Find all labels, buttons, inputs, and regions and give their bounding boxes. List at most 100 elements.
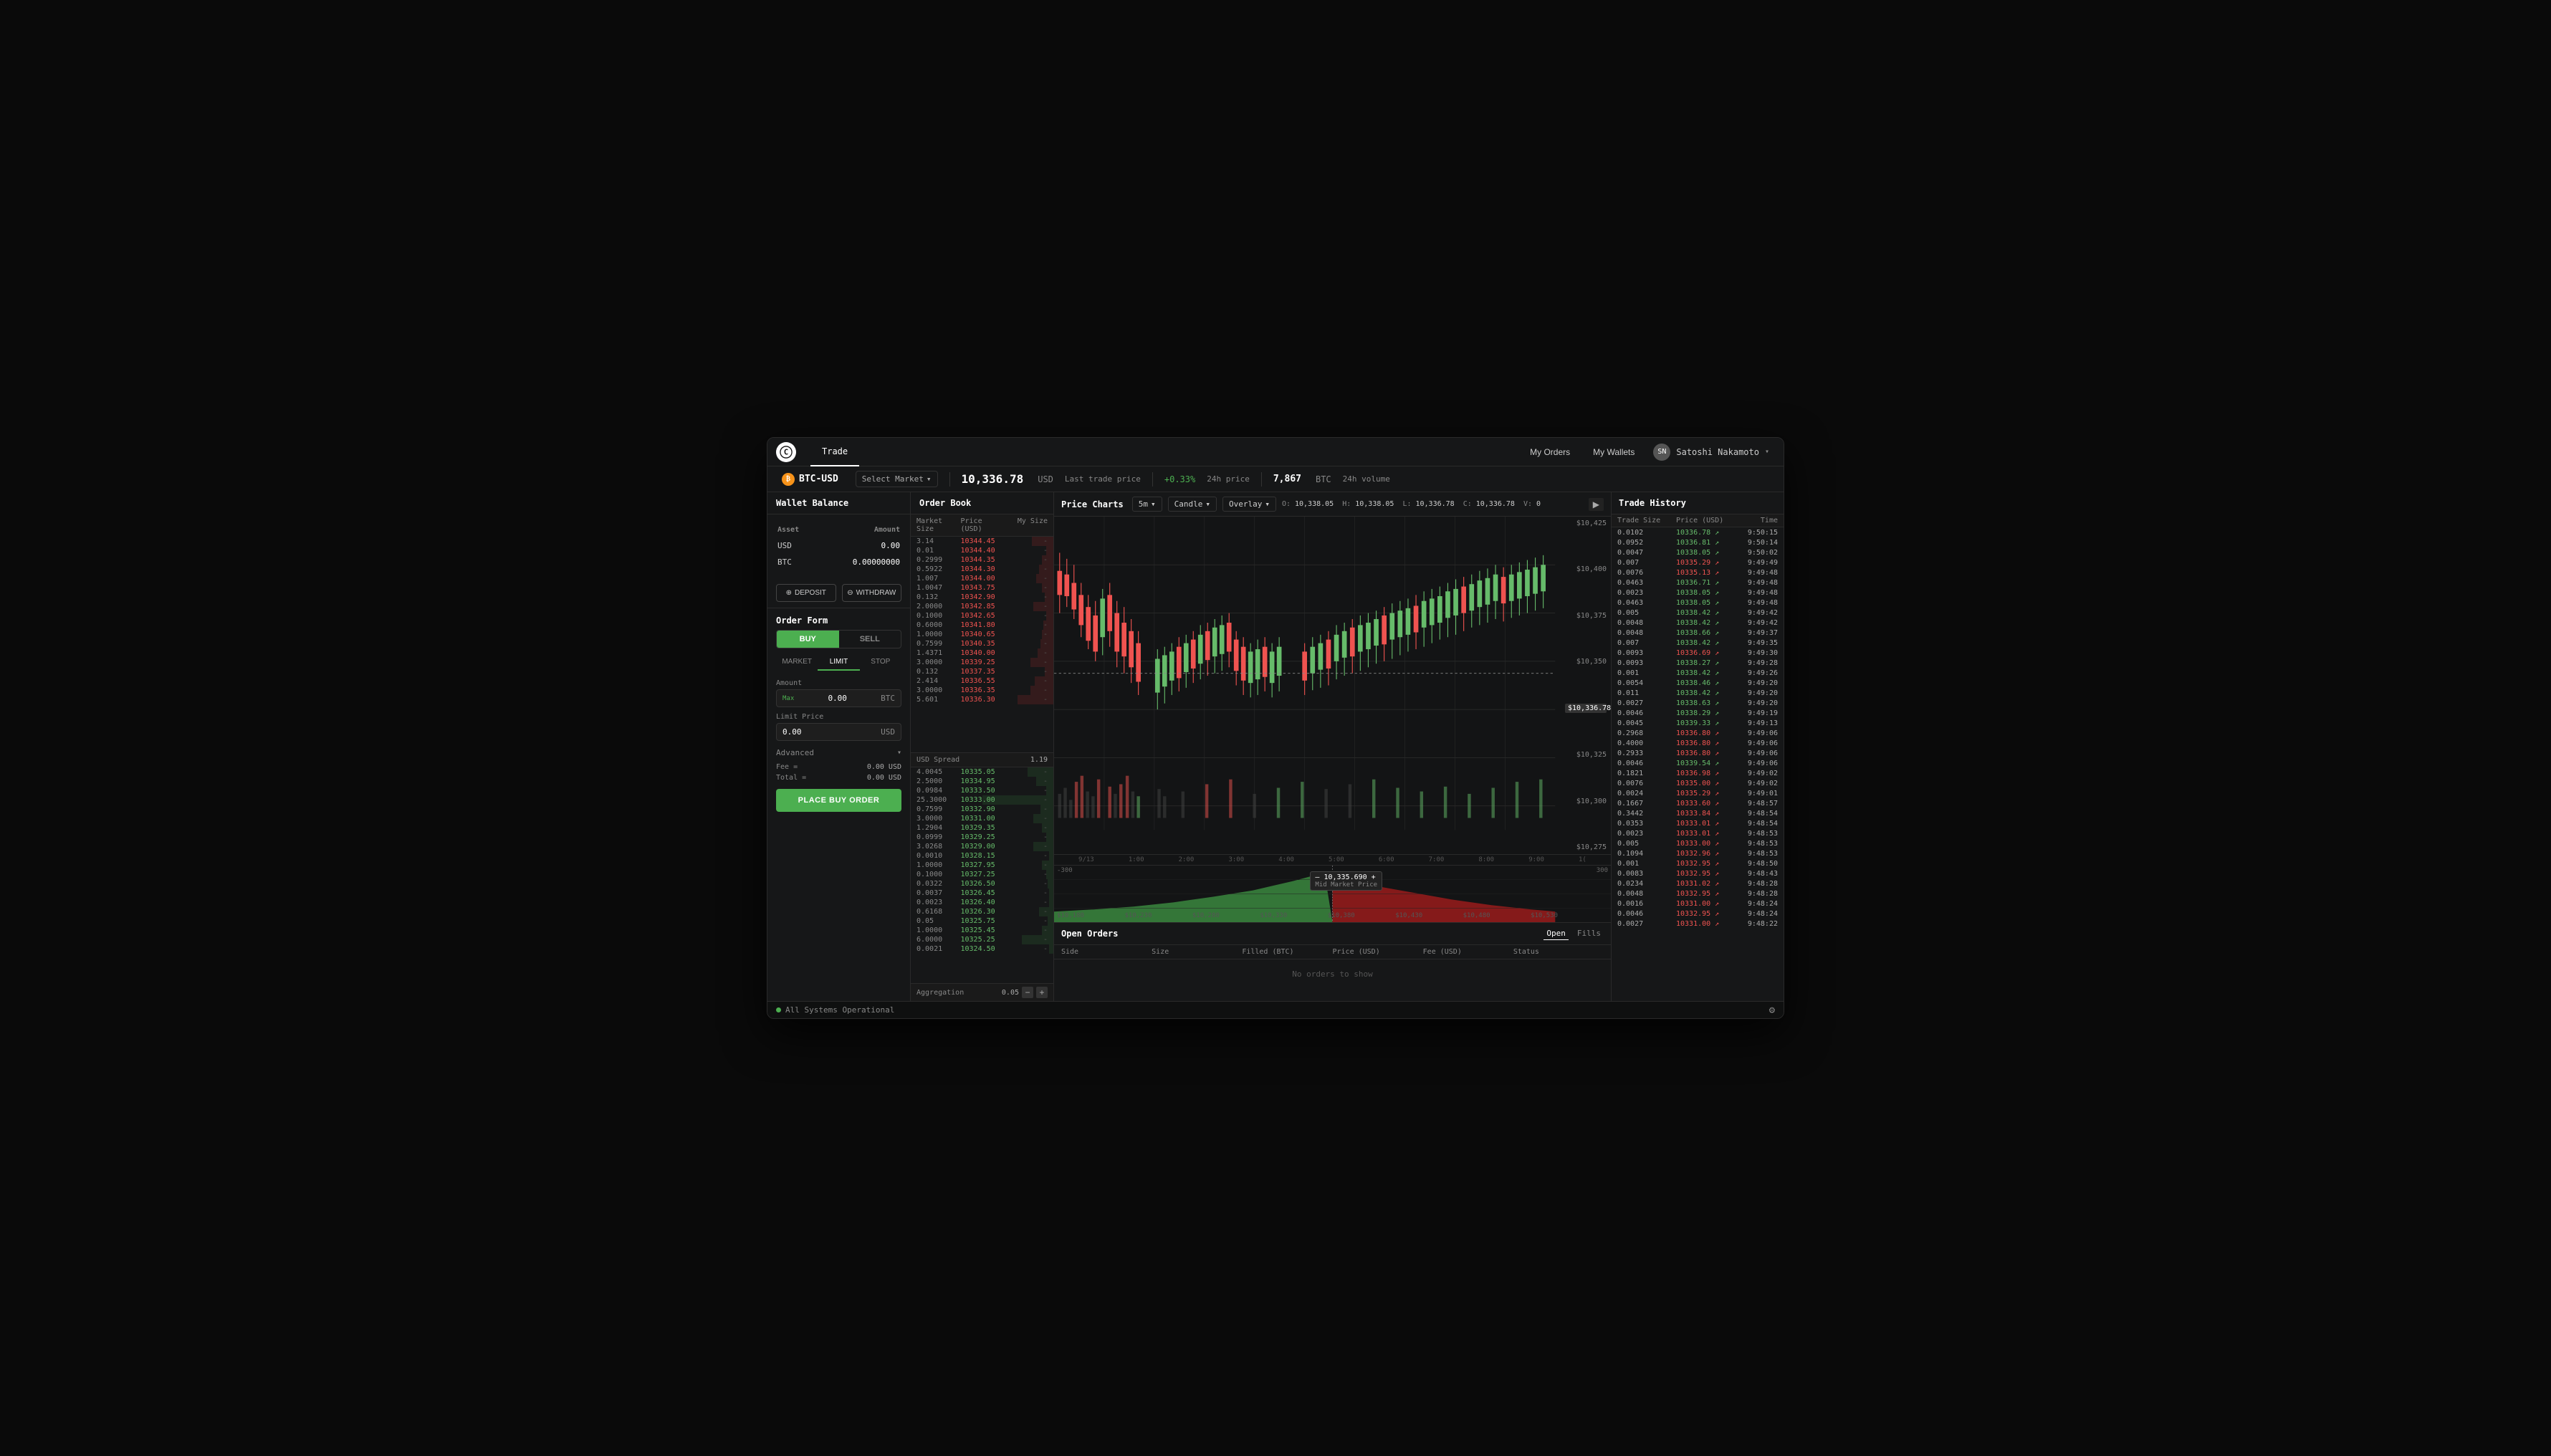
th-row[interactable]: 0.004810338.42 ↗9:49:42: [1612, 618, 1784, 628]
th-row[interactable]: 0.010210336.78 ↗9:50:15: [1612, 527, 1784, 537]
withdraw-button[interactable]: ⊖ WITHDRAW: [842, 584, 902, 602]
th-row[interactable]: 0.046310336.71 ↗9:49:48: [1612, 578, 1784, 588]
th-row[interactable]: 0.00710335.29 ↗9:49:49: [1612, 557, 1784, 567]
market-select[interactable]: Select Market ▾: [856, 471, 938, 487]
ob-bid-row[interactable]: 6.000010325.25-: [911, 935, 1053, 944]
th-row[interactable]: 0.166710333.60 ↗9:48:57: [1612, 798, 1784, 808]
ob-ask-row[interactable]: 1.004710343.75-: [911, 583, 1053, 593]
ob-bid-row[interactable]: 0.002110324.50-: [911, 944, 1053, 954]
th-row[interactable]: 0.00510338.42 ↗9:49:42: [1612, 608, 1784, 618]
settings-icon[interactable]: ⚙: [1769, 1005, 1775, 1016]
th-row[interactable]: 0.002410335.29 ↗9:49:01: [1612, 788, 1784, 798]
th-row[interactable]: 0.009310336.69 ↗9:49:30: [1612, 648, 1784, 658]
ob-bid-row[interactable]: 2.500010334.95-: [911, 777, 1053, 786]
ob-bid-row[interactable]: 3.000010331.00-: [911, 814, 1053, 823]
ob-ask-row[interactable]: 0.100010342.65-: [911, 611, 1053, 621]
chart-body[interactable]: $10,425 $10,400 $10,375 $10,350 $10,336.…: [1054, 517, 1611, 854]
ob-bid-row[interactable]: 0.099910329.25-: [911, 833, 1053, 842]
ob-ask-row[interactable]: 3.000010339.25-: [911, 658, 1053, 667]
limit-order-tab[interactable]: LIMIT: [818, 654, 859, 671]
ob-ask-row[interactable]: 1.00710344.00-: [911, 574, 1053, 583]
th-row[interactable]: 0.004610338.29 ↗9:49:19: [1612, 708, 1784, 718]
ob-bid-row[interactable]: 0.616810326.30-: [911, 907, 1053, 916]
ob-ask-row[interactable]: 2.41410336.55-: [911, 676, 1053, 686]
stop-order-tab[interactable]: STOP: [860, 654, 901, 671]
ob-bid-row[interactable]: 4.004510335.05-: [911, 767, 1053, 777]
max-link[interactable]: Max: [782, 695, 794, 702]
th-row[interactable]: 0.004810332.95 ↗9:48:28: [1612, 889, 1784, 899]
th-row[interactable]: 0.008310332.95 ↗9:48:43: [1612, 868, 1784, 878]
tab-open[interactable]: Open: [1543, 927, 1569, 940]
logo[interactable]: C: [776, 442, 796, 462]
my-wallets-button[interactable]: My Wallets: [1583, 443, 1645, 461]
th-row[interactable]: 0.004610339.54 ↗9:49:06: [1612, 758, 1784, 768]
th-row[interactable]: 0.002710338.63 ↗9:49:20: [1612, 698, 1784, 708]
ob-bid-row[interactable]: 0.098410333.50-: [911, 786, 1053, 795]
chart-type-selector[interactable]: Candle ▾: [1168, 497, 1217, 512]
th-row[interactable]: 0.296810336.80 ↗9:49:06: [1612, 728, 1784, 738]
th-row[interactable]: 0.004810338.66 ↗9:49:37: [1612, 628, 1784, 638]
ob-ask-row[interactable]: 0.0110344.40-: [911, 546, 1053, 555]
th-row[interactable]: 0.004710338.05 ↗9:50:02: [1612, 547, 1784, 557]
ob-bid-row[interactable]: 3.026810329.00-: [911, 842, 1053, 851]
deposit-button[interactable]: ⊕ DEPOSIT: [776, 584, 836, 602]
ob-bid-row[interactable]: 0.001010328.15-: [911, 851, 1053, 861]
ob-ask-row[interactable]: 2.000010342.85-: [911, 602, 1053, 611]
ob-bid-row[interactable]: 1.290410329.35-: [911, 823, 1053, 833]
ob-ask-row[interactable]: 1.437110340.00-: [911, 648, 1053, 658]
ob-bid-row[interactable]: 0.002310326.40-: [911, 898, 1053, 907]
timeframe-selector[interactable]: 5m ▾: [1132, 497, 1162, 512]
th-row[interactable]: 0.182110336.98 ↗9:49:02: [1612, 768, 1784, 778]
th-row[interactable]: 0.109410332.96 ↗9:48:53: [1612, 848, 1784, 858]
ob-bid-row[interactable]: 0.032210326.50-: [911, 879, 1053, 889]
pair-selector[interactable]: ₿ BTC-USD: [776, 470, 844, 489]
ob-bid-row[interactable]: 0.003710326.45-: [911, 889, 1053, 898]
chart-nav-button[interactable]: ▶: [1589, 498, 1604, 511]
th-row[interactable]: 0.004610332.95 ↗9:48:24: [1612, 909, 1784, 919]
th-row[interactable]: 0.004510339.33 ↗9:49:13: [1612, 718, 1784, 728]
th-row[interactable]: 0.01110338.42 ↗9:49:20: [1612, 688, 1784, 698]
ob-ask-row[interactable]: 0.13210342.90-: [911, 593, 1053, 602]
place-buy-order-button[interactable]: PLACE BUY ORDER: [776, 789, 901, 812]
th-row[interactable]: 0.00110338.42 ↗9:49:26: [1612, 668, 1784, 678]
tab-trade[interactable]: Trade: [810, 438, 859, 466]
th-row[interactable]: 0.007610335.13 ↗9:49:48: [1612, 567, 1784, 578]
th-row[interactable]: 0.005410338.46 ↗9:49:20: [1612, 678, 1784, 688]
overlay-selector[interactable]: Overlay ▾: [1222, 497, 1276, 512]
ob-ask-row[interactable]: 3.000010336.35-: [911, 686, 1053, 695]
th-row[interactable]: 0.023410331.02 ↗9:48:28: [1612, 878, 1784, 889]
th-row[interactable]: 0.00110332.95 ↗9:48:50: [1612, 858, 1784, 868]
ob-ask-row[interactable]: 1.000010340.65-: [911, 630, 1053, 639]
th-row[interactable]: 0.035310333.01 ↗9:48:54: [1612, 818, 1784, 828]
th-row[interactable]: 0.009310338.27 ↗9:49:28: [1612, 658, 1784, 668]
ob-ask-row[interactable]: 0.759910340.35-: [911, 639, 1053, 648]
user-area[interactable]: SN Satoshi Nakamoto ▾: [1647, 441, 1775, 464]
th-row[interactable]: 0.007610335.00 ↗9:49:02: [1612, 778, 1784, 788]
market-order-tab[interactable]: MARKET: [776, 654, 818, 671]
th-row[interactable]: 0.002710331.00 ↗9:48:22: [1612, 919, 1784, 929]
advanced-row[interactable]: Advanced ▾: [767, 744, 910, 762]
th-row[interactable]: 0.001610331.00 ↗9:48:24: [1612, 899, 1784, 909]
ob-ask-row[interactable]: 0.13210337.35-: [911, 667, 1053, 676]
aggregation-minus-button[interactable]: −: [1022, 987, 1033, 998]
th-row[interactable]: 0.344210333.84 ↗9:48:54: [1612, 808, 1784, 818]
ob-bid-row[interactable]: 0.100010327.25-: [911, 870, 1053, 879]
my-orders-button[interactable]: My Orders: [1520, 443, 1580, 461]
tab-fills[interactable]: Fills: [1574, 927, 1604, 940]
sell-tab[interactable]: SELL: [839, 631, 901, 648]
ob-bid-row[interactable]: 0.759910332.90-: [911, 805, 1053, 814]
ob-bid-row[interactable]: 0.0510325.75-: [911, 916, 1053, 926]
ob-ask-row[interactable]: 3.1410344.45-: [911, 537, 1053, 546]
ob-ask-row[interactable]: 0.299910344.35-: [911, 555, 1053, 565]
ob-ask-row[interactable]: 0.600010341.80-: [911, 621, 1053, 630]
ob-ask-row[interactable]: 0.592210344.30-: [911, 565, 1053, 574]
th-row[interactable]: 0.00710338.42 ↗9:49:35: [1612, 638, 1784, 648]
th-row[interactable]: 0.002310333.01 ↗9:48:53: [1612, 828, 1784, 838]
depth-chart[interactable]: -300 300 $10,180 $10,230 $10,280 $10,330…: [1054, 865, 1611, 922]
buy-tab[interactable]: BUY: [777, 631, 839, 648]
th-row[interactable]: 0.046310338.05 ↗9:49:48: [1612, 598, 1784, 608]
ob-bid-row[interactable]: 25.300010333.00-: [911, 795, 1053, 805]
ob-bid-row[interactable]: 1.000010327.95-: [911, 861, 1053, 870]
th-row[interactable]: 0.293310336.80 ↗9:49:06: [1612, 748, 1784, 758]
th-row[interactable]: 0.400010336.80 ↗9:49:06: [1612, 738, 1784, 748]
